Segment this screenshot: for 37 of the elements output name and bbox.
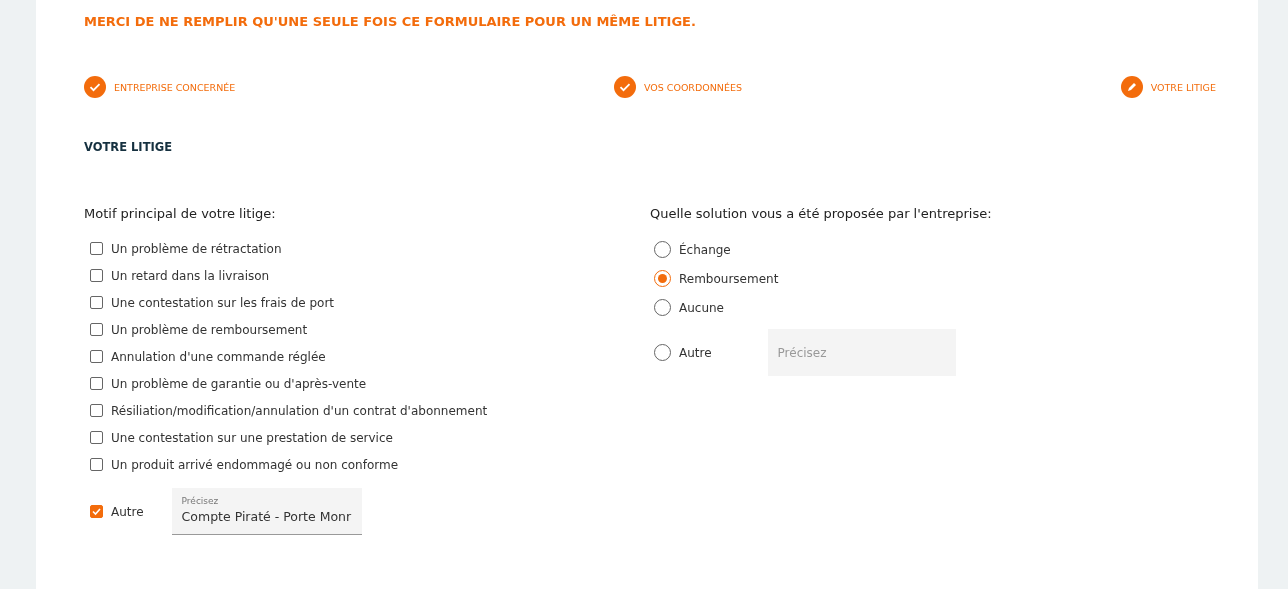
radio-label: Aucune <box>679 300 724 315</box>
checkbox-label: Un retard dans la livraison <box>111 268 270 283</box>
checkbox[interactable] <box>90 458 103 471</box>
check-icon <box>613 76 636 98</box>
radio-label: Remboursement <box>679 271 779 286</box>
checkbox[interactable] <box>90 431 103 444</box>
checkbox-label: Un produit arrivé endommagé ou non conforme <box>111 457 399 472</box>
checkbox-label: Autre <box>111 504 144 519</box>
checkbox[interactable] <box>90 296 103 309</box>
field-label: Précisez <box>181 496 220 506</box>
input-field[interactable]: Précisez Compte Piraté - Porte Monr <box>171 488 362 535</box>
question-label: Quelle solution vous a été proposée par l'entreprise: <box>650 206 993 221</box>
checkbox[interactable] <box>90 505 103 518</box>
checkbox-label: Résiliation/modification/annulation d'un contrat d'abonnement <box>111 403 488 418</box>
pencil-icon <box>1120 76 1143 98</box>
step-label: ENTREPRISE CONCERNÉE <box>114 81 236 93</box>
step-label: VOS COORDONNÉES <box>643 81 742 93</box>
checkbox[interactable] <box>90 269 103 282</box>
checkbox[interactable] <box>90 242 103 255</box>
step-label: VOTRE LITIGE <box>1150 81 1216 93</box>
checkbox[interactable] <box>90 404 103 417</box>
section-title: VOTRE LITIGE <box>84 140 174 154</box>
radio-label: Échange <box>679 242 731 257</box>
radio-label: Autre <box>679 345 712 360</box>
checkbox-label: Un problème de rétractation <box>111 241 282 256</box>
checkbox[interactable] <box>90 323 103 336</box>
question-label: Motif principal de votre litige: <box>84 206 277 221</box>
check-icon <box>84 76 106 98</box>
checkbox-label: Une contestation sur une prestation de service <box>111 430 393 445</box>
checkbox[interactable] <box>90 350 103 363</box>
notice-text: MERCI DE NE REMPLIR QU'UNE SEULE FOIS CE FORMULAIRE POUR UN MÊME LITIGE. <box>84 13 697 31</box>
field-value: Compte Piraté - Porte Monr <box>181 509 352 524</box>
checkbox[interactable] <box>90 377 103 390</box>
checkbox-label: Une contestation sur les frais de port <box>111 295 335 310</box>
checkbox-label: Un problème de garantie ou d'après-vente <box>111 376 367 391</box>
checkbox-label: Annulation d'une commande réglée <box>111 349 326 364</box>
checkbox-label: Un problème de remboursement <box>111 322 308 337</box>
